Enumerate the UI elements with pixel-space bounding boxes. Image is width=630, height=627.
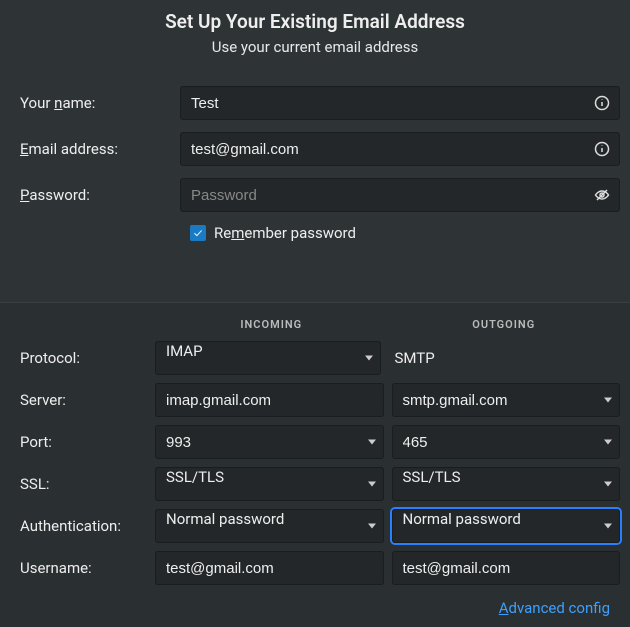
remember-password-checkbox[interactable]: ✓ <box>190 225 206 241</box>
server-row: Server: <box>10 383 620 417</box>
name-row: Your name: <box>10 86 620 120</box>
incoming-header: INCOMING <box>155 318 388 331</box>
outgoing-header: OUTGOING <box>388 318 621 331</box>
outgoing-server-combo[interactable] <box>392 383 621 417</box>
incoming-auth-select[interactable]: Normal password <box>155 509 384 543</box>
username-row: Username: <box>10 551 620 585</box>
password-input[interactable] <box>180 178 620 212</box>
username-label: Username: <box>10 559 155 577</box>
page-title: Set Up Your Existing Email Address <box>0 10 630 33</box>
ssl-row: SSL: SSL/TLS SSL/TLS <box>10 467 620 501</box>
incoming-protocol-select[interactable]: IMAP <box>155 341 381 375</box>
setup-header: Set Up Your Existing Email Address Use y… <box>0 0 630 86</box>
name-input[interactable] <box>180 86 620 120</box>
name-label: Your name: <box>10 94 180 112</box>
outgoing-ssl-select[interactable]: SSL/TLS <box>392 467 621 501</box>
remember-password-row[interactable]: ✓ Remember password <box>190 224 620 242</box>
incoming-ssl-select[interactable]: SSL/TLS <box>155 467 384 501</box>
auth-row: Authentication: Normal password Normal p… <box>10 509 620 543</box>
password-row: Password: <box>10 178 620 212</box>
auth-label: Authentication: <box>10 517 155 535</box>
column-headers: INCOMING OUTGOING <box>10 318 620 331</box>
remember-password-label: Remember password <box>214 224 356 242</box>
outgoing-auth-select[interactable]: Normal password <box>392 509 621 543</box>
incoming-username-input[interactable] <box>155 551 384 585</box>
info-icon[interactable] <box>594 95 610 111</box>
advanced-config-link[interactable]: Advanced config <box>10 593 620 617</box>
incoming-server-input[interactable] <box>155 383 384 417</box>
ssl-label: SSL: <box>10 475 155 493</box>
credentials-section: Your name: Email address: Password <box>0 86 630 302</box>
port-row: Port: <box>10 425 620 459</box>
protocol-row: Protocol: IMAP SMTP <box>10 341 620 375</box>
info-icon[interactable] <box>594 141 610 157</box>
server-settings-section: INCOMING OUTGOING Protocol: IMAP SMTP Se… <box>0 302 630 627</box>
page-subtitle: Use your current email address <box>0 38 630 56</box>
protocol-label: Protocol: <box>10 349 155 367</box>
email-row: Email address: <box>10 132 620 166</box>
outgoing-username-input[interactable] <box>392 551 621 585</box>
outgoing-port-combo[interactable] <box>392 425 621 459</box>
port-label: Port: <box>10 433 155 451</box>
email-input[interactable] <box>180 132 620 166</box>
eye-off-icon[interactable] <box>594 187 610 203</box>
server-label: Server: <box>10 391 155 409</box>
incoming-port-combo[interactable] <box>155 425 384 459</box>
outgoing-protocol-text: SMTP <box>389 341 621 375</box>
email-label: Email address: <box>10 140 180 158</box>
password-label: Password: <box>10 186 180 204</box>
